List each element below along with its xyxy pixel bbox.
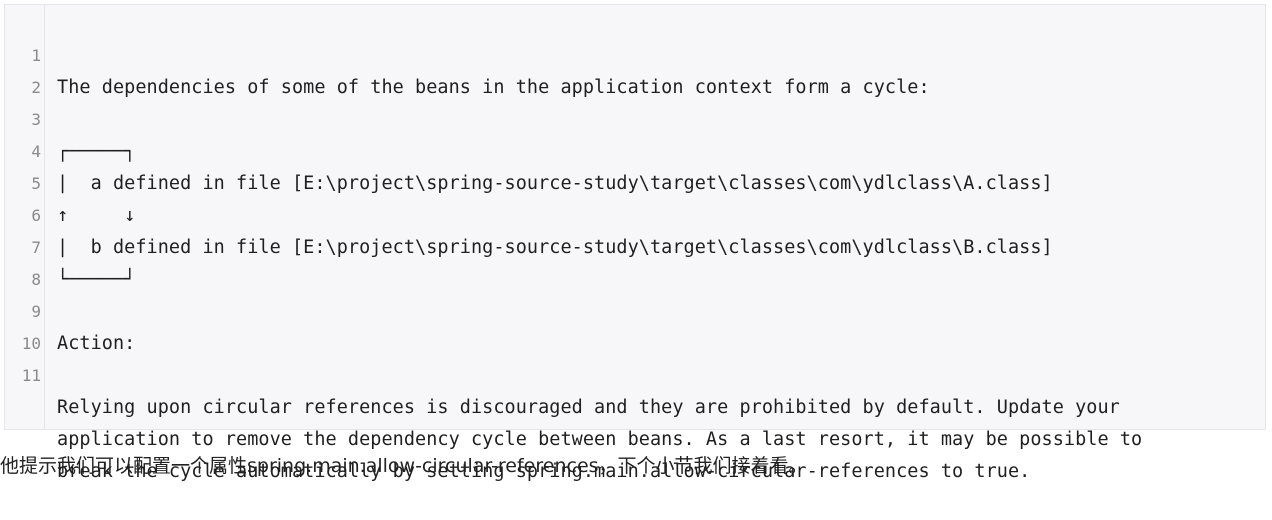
code-lines: 1 The dependencies of some of the beans … <box>5 8 1265 482</box>
code-line: 3 ┌─────┐ <box>5 72 1265 162</box>
body-paragraph: 他提示我们可以配置一个属性spring.main.allow-circular-… <box>0 455 808 477</box>
code-line: 5 ↑ ↓ <box>5 136 1265 226</box>
code-line: 10 <box>5 296 1265 353</box>
code-line: 6 | b defined in file [E:\project\spring… <box>5 168 1265 258</box>
code-line: 2 <box>5 40 1265 97</box>
code-line: 11 Relying upon circular references is d… <box>5 328 1265 418</box>
code-line-continuation: application to remove the dependency cyc… <box>5 360 1265 450</box>
code-line: 4 | a defined in file [E:\project\spring… <box>5 104 1265 194</box>
code-block: 1 The dependencies of some of the beans … <box>4 4 1266 482</box>
code-line-continuation: break the cycle automatically by setting… <box>5 392 1265 482</box>
code-line: 1 The dependencies of some of the beans … <box>5 8 1265 98</box>
code-line: 7 └─────┘ <box>5 200 1265 290</box>
code-line: 9 Action: <box>5 264 1265 354</box>
code-line: 8 <box>5 232 1265 289</box>
